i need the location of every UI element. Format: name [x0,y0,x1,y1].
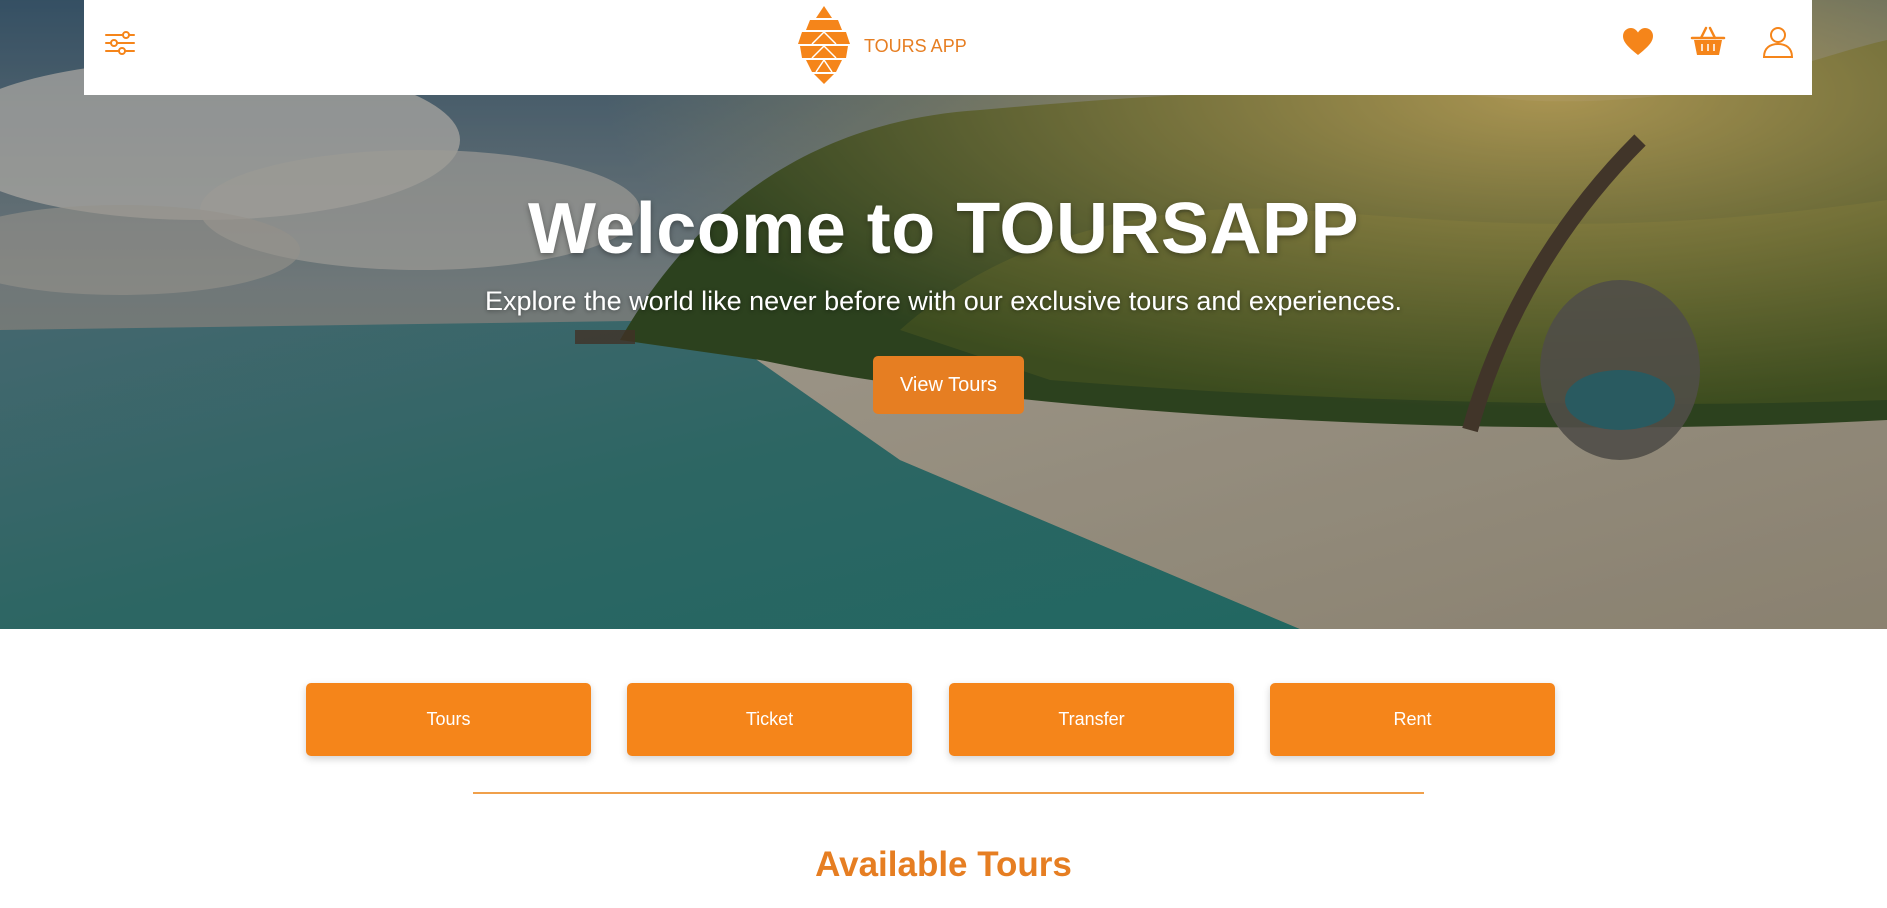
user-icon[interactable] [1760,24,1796,60]
transfer-category-button[interactable]: Transfer [949,683,1234,756]
pinecone-logo-icon [792,4,856,84]
top-navbar: TOURS APP [84,0,1812,95]
basket-icon[interactable] [1690,24,1726,60]
sliders-icon[interactable] [104,28,136,58]
hero-title: Welcome to TOURSAPP [528,189,1359,269]
tours-category-button[interactable]: Tours [306,683,591,756]
view-tours-button[interactable]: View Tours [873,356,1024,414]
hero-subtitle: Explore the world like never before with… [485,286,1402,316]
brand-name: TOURS APP [864,35,967,56]
brand-logo[interactable]: TOURS APP [792,4,967,84]
available-tours-heading: Available Tours [815,845,1072,884]
page: Welcome to TOURSAPP Explore the world li… [0,0,1887,908]
heart-icon[interactable] [1620,24,1656,60]
category-buttons: Tours Ticket Transfer Rent [306,683,1556,757]
ticket-category-button[interactable]: Ticket [627,683,912,756]
rent-category-button[interactable]: Rent [1270,683,1555,756]
section-divider [473,792,1424,794]
